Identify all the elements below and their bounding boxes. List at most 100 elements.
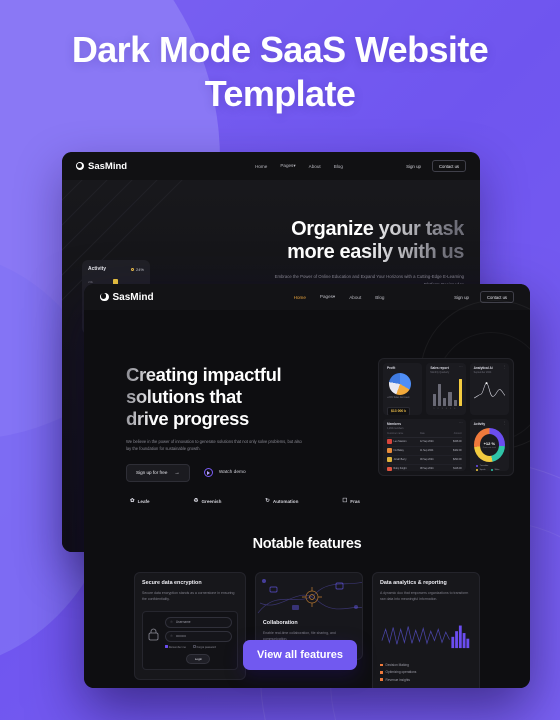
nav-item-blog[interactable]: Blog — [375, 295, 384, 300]
arrow-right-icon: → — [174, 469, 180, 476]
website-mockup-front: SasMind Home Pages▾ About Blog Sign up C… — [84, 284, 530, 688]
user-icon: ☉ — [170, 620, 173, 625]
bullet-item: Optimizing operations — [379, 669, 472, 676]
front-body: Creating impactful solutions that drive … — [84, 300, 530, 688]
play-icon — [203, 468, 213, 478]
feature-card-secure-data-encryption: Secure data encryption Secure data encry… — [134, 572, 246, 680]
more-menu-icon[interactable]: ⋮ — [502, 421, 506, 425]
legend-item: Translate — [475, 464, 488, 467]
more-menu-icon[interactable]: ⋯ — [459, 365, 463, 369]
signup-link[interactable]: Sign up — [406, 164, 421, 169]
card-subtitle: 1,204 members — [387, 427, 404, 430]
lock-small-icon: ☉ — [170, 634, 173, 639]
nav-item-pages[interactable]: Pages▾ — [320, 294, 335, 300]
dashboard-card-activity-donut: ⋮ Activity +12 % Grow rate total Transla… — [469, 419, 509, 471]
nav-item-home[interactable]: Home — [255, 164, 267, 169]
more-menu-icon[interactable]: ⋯ — [459, 421, 463, 425]
features-section-title: Notable features — [84, 536, 530, 552]
table-row[interactable]: Leo Stanton 12 Sep 2024 $348.00 — [387, 438, 462, 447]
signup-free-button[interactable]: Sign up for free → — [126, 463, 190, 482]
features-row: Secure data encryption Secure data encry… — [134, 572, 481, 688]
back-hero-heading: Organize your task more easily with us — [264, 218, 464, 264]
activity-card-percent: 24% — [130, 267, 144, 272]
activity-card-title: Activity — [88, 266, 107, 272]
bar — [438, 384, 442, 406]
front-brand[interactable]: SasMind — [100, 292, 154, 303]
card-title: Activity — [473, 422, 486, 426]
members-table: Customer name Date Amount Leo Stanton 12… — [387, 433, 462, 471]
nav-item-home[interactable]: Home — [294, 295, 306, 300]
logo-fras: ☐ Fras — [342, 498, 360, 504]
contact-us-button[interactable]: Contact us — [431, 160, 466, 172]
legend-item: Write — [490, 468, 499, 471]
chevron-down-icon: ▾ — [293, 163, 296, 168]
percent-dot-icon — [130, 267, 134, 271]
recycle-icon: ♻ — [193, 498, 199, 504]
forgot-password-link[interactable]: Forgot password — [192, 644, 216, 649]
avatar — [387, 439, 392, 444]
card-subtitle: September 2024 — [473, 371, 492, 374]
donut-note: Grow rate total — [482, 446, 496, 449]
view-all-features-button[interactable]: View all features — [243, 640, 358, 670]
remember-me-checkbox[interactable]: Remember me — [165, 644, 186, 649]
feature-card-data-analytics: Data analytics & reporting A dynamic duo… — [371, 572, 481, 688]
nav-item-pages[interactable]: Pages▾ — [280, 163, 295, 169]
dashboard-card-members: ⋯ Members 1,204 members Customer name Da… — [383, 419, 466, 471]
line-chart — [473, 382, 506, 399]
logo-icon — [100, 292, 109, 302]
bar — [453, 400, 457, 406]
password-field[interactable]: ☉ ••••••••• — [165, 630, 232, 642]
back-brand[interactable]: SasMind — [76, 161, 127, 172]
front-hero-subtitle: We believe in the power of innovation to… — [126, 438, 302, 452]
table-row[interactable]: Iris Bailey 11 Sep 2024 $162.00 — [387, 447, 462, 456]
brand-name: SasMind — [112, 291, 154, 303]
bar — [448, 392, 452, 406]
login-form-preview: ☉ Username ☉ ••••••••• Remember me Forgo… — [142, 610, 238, 670]
profit-kpi: $13 000 k — [387, 406, 411, 415]
dashboard-card-profit: Profit +24% Sales last week $13 000 k — [383, 363, 423, 415]
back-hero-text: Organize your task more easily with us E… — [264, 218, 465, 289]
collaboration-network-art — [257, 579, 362, 614]
logo-icon — [76, 162, 84, 170]
more-menu-icon[interactable]: ⋮ — [502, 365, 506, 369]
feature-title: Collaboration — [262, 620, 298, 626]
feature-body: Secure data encryption stands as a corne… — [142, 591, 235, 602]
back-nav-right: Sign up Contact us — [406, 160, 466, 172]
feature-body: A dynamic duo that empowers organization… — [379, 591, 469, 602]
dashboard-card-analytical-ai: ⋮ Analytical Ai September 2024 — [469, 363, 509, 415]
legend-item: Speak — [475, 468, 486, 471]
bullet-item: Revenue insights — [379, 676, 472, 683]
avatar — [387, 457, 392, 462]
analytics-bullets: Decision Making Optimizing operations Re… — [379, 662, 472, 684]
logo-automation: ↻ Automation — [265, 498, 299, 504]
front-hero: Creating impactful solutions that drive … — [126, 364, 332, 482]
bullet-item: Decision Making — [379, 662, 472, 669]
chevron-down-icon: ▾ — [332, 294, 336, 299]
partner-logos: ✿ Leafe ♻ Greenish ↻ Automation ☐ Fras — [130, 498, 360, 504]
avatar — [387, 448, 392, 453]
nav-item-about[interactable]: About — [349, 295, 361, 300]
bar-highlight — [458, 379, 462, 406]
logo-greenish: ♻ Greenish — [193, 498, 222, 504]
signup-link[interactable]: Sign up — [454, 295, 469, 300]
donut-center: +12 % Grow rate total — [474, 428, 505, 462]
login-button[interactable]: Login — [186, 653, 211, 664]
logo-leafe: ✿ Leafe — [130, 498, 150, 504]
card-title: Analytical Ai — [473, 366, 493, 370]
table-row[interactable]: Ruby Knight 08 Sep 2024 $118.00 — [387, 465, 462, 471]
nav-item-about[interactable]: About — [309, 164, 321, 169]
donut-value: +12 % — [483, 441, 496, 447]
back-nav-links: Home Pages▾ About Blog — [255, 163, 343, 169]
card-title: Profit — [387, 366, 396, 370]
activity-card-header: Activity 24% — [88, 266, 144, 272]
refresh-icon: ↻ — [265, 498, 270, 504]
card-subtitle: Monthly Quarterly — [430, 371, 450, 374]
table-row[interactable]: Jonah Berry 09 Sep 2024 $290.00 — [387, 456, 462, 465]
profit-note: +24% Sales last week — [387, 397, 410, 399]
sales-bar-chart — [430, 379, 462, 406]
nav-item-blog[interactable]: Blog — [334, 164, 343, 169]
username-field[interactable]: ☉ Username — [165, 616, 232, 628]
feature-title: Secure data encryption — [142, 580, 202, 586]
sales-axis: 1 2 3 4 5 6 — [433, 407, 456, 410]
watch-demo-button[interactable]: Watch demo — [203, 468, 246, 478]
